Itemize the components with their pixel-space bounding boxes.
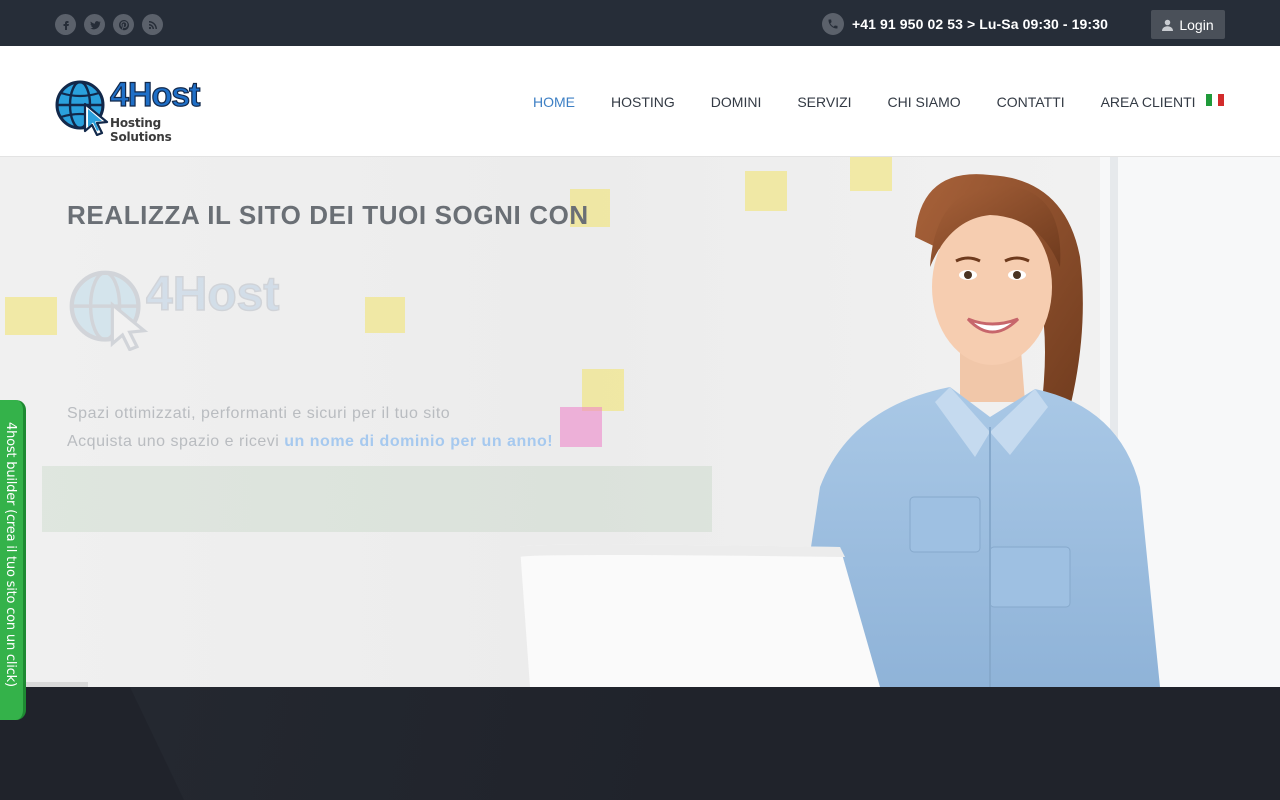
hero-title: REALIZZA IL SITO DEI TUOI SOGNI CON (67, 200, 589, 230)
hero-photo-woman (520, 157, 1280, 687)
user-icon (1162, 19, 1174, 31)
pinterest-icon[interactable] (113, 14, 134, 35)
nav-contatti[interactable]: CONTATTI (997, 94, 1065, 110)
site-logo[interactable]: 4Host Hosting Solutions (55, 75, 220, 144)
rss-icon[interactable] (142, 14, 163, 35)
globe-cursor-icon (55, 80, 109, 137)
hero-subtitle-1: Spazi ottimizzati, performanti e sicuri … (67, 405, 451, 422)
nav-area-clienti[interactable]: AREA CLIENTI (1101, 94, 1196, 110)
top-bar: +41 91 950 02 53 > Lu-Sa 09:30 - 19:30 L… (0, 0, 1280, 46)
italian-flag-icon[interactable] (1206, 94, 1224, 106)
dark-section-shape (130, 687, 1030, 800)
facebook-icon[interactable] (55, 14, 76, 35)
hero-subtitle-highlight: un nome di dominio per un anno! (284, 433, 554, 450)
hero-logo-word: 4Host (145, 267, 280, 322)
hero-logo: 4Host (66, 267, 306, 352)
globe-cursor-icon (69, 270, 149, 352)
logo-tagline: Hosting Solutions (110, 116, 172, 144)
site-header: 4Host Hosting Solutions HOME HOSTING DOM… (0, 46, 1280, 157)
sticky-note (365, 297, 405, 333)
nav-domini[interactable]: DOMINI (711, 94, 762, 110)
nav-servizi[interactable]: SERVIZI (797, 94, 851, 110)
login-label: Login (1179, 16, 1214, 33)
dark-section (0, 687, 1280, 800)
builder-side-tab[interactable]: 4host builder (crea il tuo sito con un c… (0, 400, 26, 720)
twitter-icon[interactable] (84, 14, 105, 35)
social-links (55, 14, 163, 35)
builder-side-tab-label: 4host builder (crea il tuo sito con un c… (3, 422, 18, 687)
nav-chi-siamo[interactable]: CHI SIAMO (888, 94, 961, 110)
sticky-note (5, 297, 57, 335)
nav-hosting[interactable]: HOSTING (611, 94, 675, 110)
phone-text: +41 91 950 02 53 > Lu-Sa 09:30 - 19:30 (852, 16, 1108, 32)
phone-icon (822, 13, 844, 35)
hero-banner: REALIZZA IL SITO DEI TUOI SOGNI CON 4Hos… (0, 157, 1280, 687)
hero-subtitle-2: Acquista uno spazio e ricevi un nome di … (67, 433, 553, 451)
login-button[interactable]: Login (1151, 10, 1225, 39)
main-navigation: HOME HOSTING DOMINI SERVIZI CHI SIAMO CO… (533, 94, 1232, 110)
contact-phone: +41 91 950 02 53 > Lu-Sa 09:30 - 19:30 (822, 13, 1108, 35)
logo-wordmark: 4Host (109, 75, 201, 114)
nav-home[interactable]: HOME (533, 94, 575, 110)
hero-subtitle-2-text: Acquista uno spazio e ricevi (67, 433, 280, 450)
